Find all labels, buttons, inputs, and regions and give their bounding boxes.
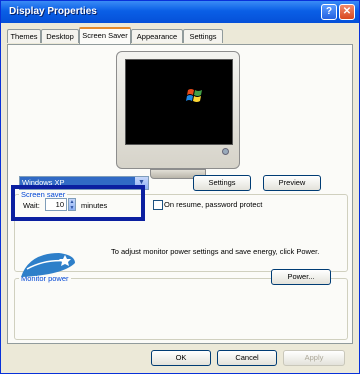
preview-screen <box>125 59 233 145</box>
power-led-icon <box>222 148 229 155</box>
ok-button[interactable]: OK <box>151 350 211 366</box>
settings-button[interactable]: Settings <box>193 175 251 191</box>
tab-settings[interactable]: Settings <box>183 29 223 43</box>
monitor-preview <box>116 51 240 169</box>
energy-star-icon <box>21 253 75 277</box>
close-button[interactable]: ✕ <box>339 4 355 20</box>
power-description: To adjust monitor power settings and sav… <box>111 247 320 256</box>
tab-appearance[interactable]: Appearance <box>131 29 183 43</box>
tab-screen-saver[interactable]: Screen Saver <box>79 27 131 44</box>
power-button[interactable]: Power... <box>271 269 331 285</box>
display-properties-window: Display Properties ? ✕ Themes Desktop Sc… <box>0 0 360 374</box>
tab-desktop[interactable]: Desktop <box>41 29 79 43</box>
password-protect-checkbox[interactable] <box>153 200 163 210</box>
cancel-button[interactable]: Cancel <box>217 350 277 366</box>
apply-button[interactable]: Apply <box>283 350 345 366</box>
wait-highlight-box <box>11 185 145 221</box>
window-title: Display Properties <box>9 6 97 17</box>
title-bar[interactable]: Display Properties ? ✕ <box>1 1 359 23</box>
tab-themes[interactable]: Themes <box>7 29 41 43</box>
password-protect-label[interactable]: On resume, password protect <box>164 200 262 209</box>
windows-logo-icon <box>186 89 202 102</box>
help-button[interactable]: ? <box>321 4 337 20</box>
preview-button[interactable]: Preview <box>263 175 321 191</box>
